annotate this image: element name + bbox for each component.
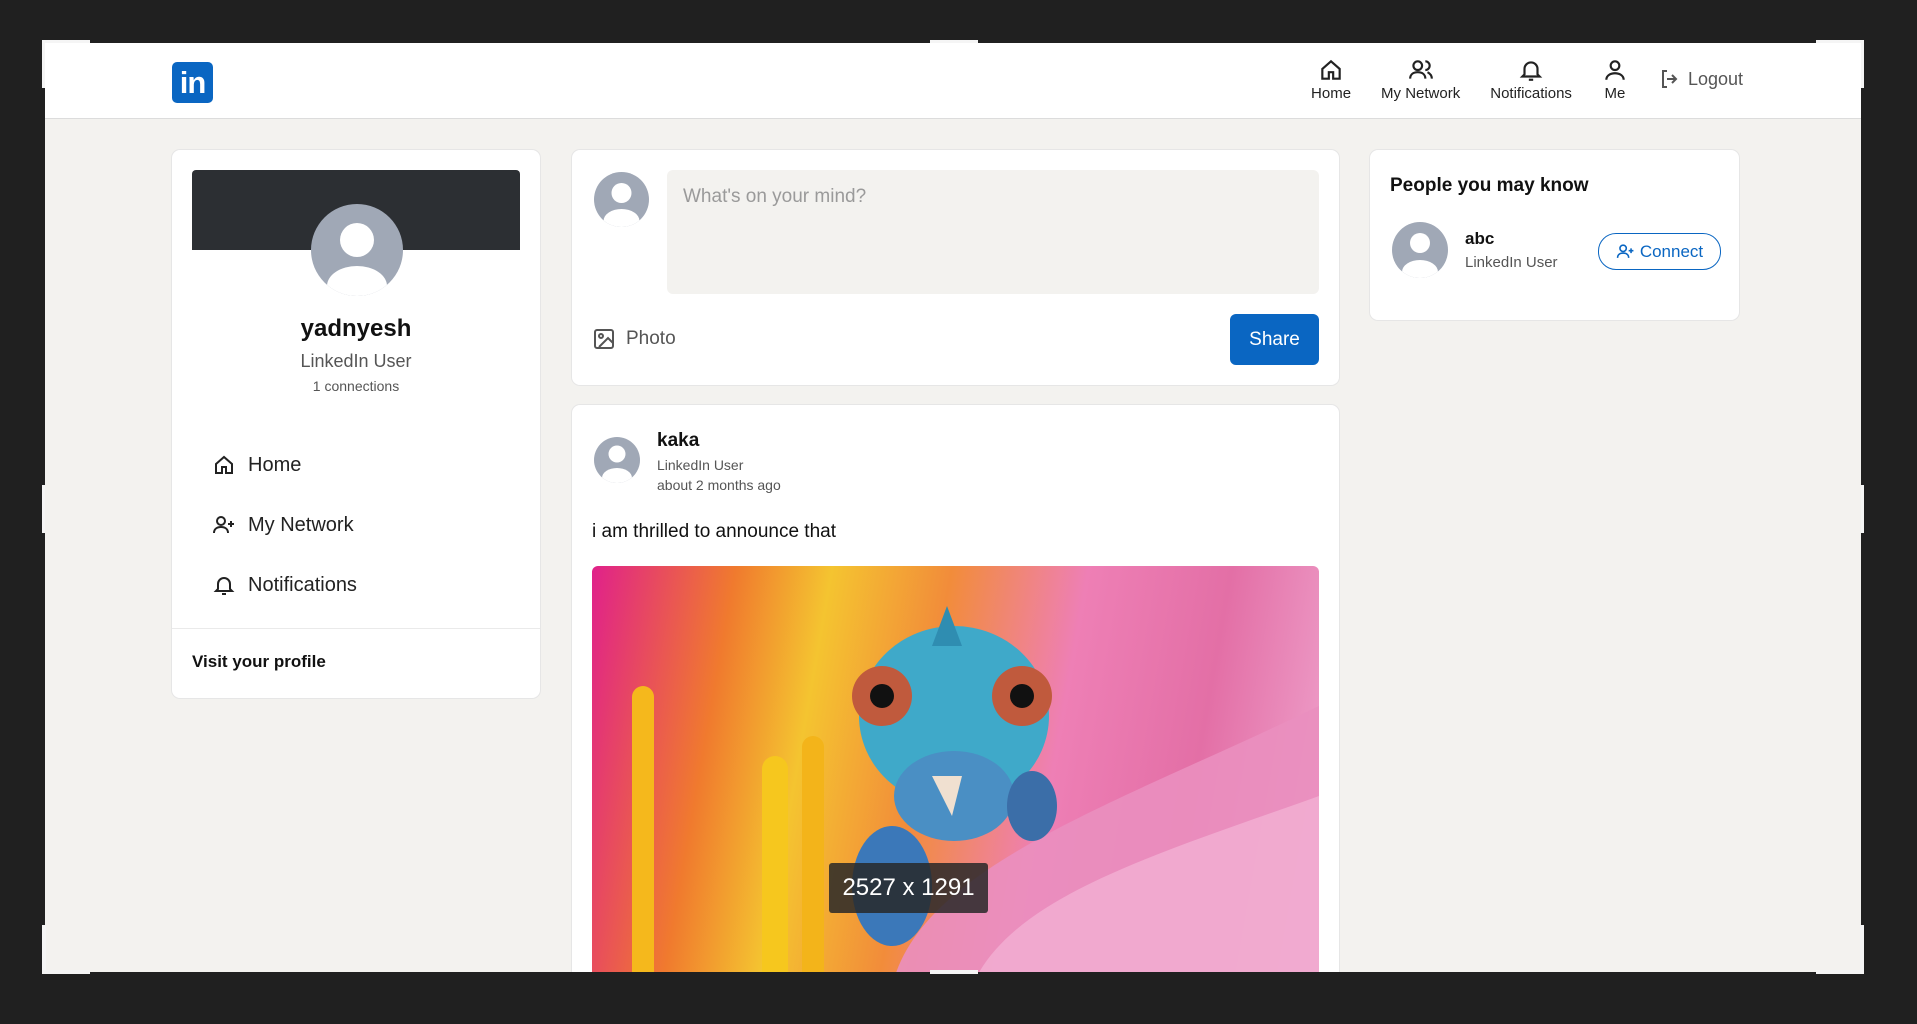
logout-label: Logout: [1687, 68, 1743, 89]
network-icon: [1408, 60, 1433, 79]
visit-profile-link[interactable]: Visit your profile: [192, 652, 326, 672]
image-icon: [594, 329, 614, 349]
pymk-title: People you may know: [1390, 175, 1589, 196]
linkedin-logo[interactable]: in: [172, 62, 213, 103]
connect-button-label: Connect: [1639, 241, 1704, 261]
image-size-badge: 2527 x 1291: [829, 863, 988, 913]
logout-icon: [1661, 70, 1678, 88]
avatar-placeholder-icon: [1402, 233, 1438, 278]
avatar[interactable]: [311, 204, 403, 296]
sidebar-menu: Home My Network Notifications: [212, 435, 357, 615]
user-icon: [1605, 60, 1625, 80]
app-viewport: in Home My Network Notifications Me Logo…: [45, 43, 1861, 972]
avatar-placeholder-icon: [603, 183, 640, 227]
logo-text: in: [179, 64, 207, 100]
sidebar-item-my-network[interactable]: My Network: [212, 495, 357, 555]
add-user-icon: [1616, 244, 1634, 258]
profile-card: yadnyesh LinkedIn User 1 connections Hom…: [172, 150, 540, 698]
logout-button[interactable]: Logout: [1658, 67, 1743, 91]
post-input[interactable]: [667, 170, 1319, 294]
bell-icon: [1519, 61, 1543, 81]
crop-handle[interactable]: [930, 970, 978, 974]
top-navbar: in Home My Network Notifications Me Logo…: [45, 43, 1861, 119]
post-timestamp: about 2 months ago: [657, 477, 781, 493]
sidebar-item-label: My Network: [248, 513, 354, 536]
add-user-icon: [213, 516, 234, 534]
photo-button[interactable]: Photo: [592, 327, 676, 351]
crop-handle[interactable]: [42, 925, 46, 973]
pymk-name[interactable]: abc: [1465, 229, 1494, 249]
nav-notifications-label: Notifications: [1490, 85, 1572, 102]
avatar: [594, 172, 649, 227]
sidebar-item-home[interactable]: Home: [212, 435, 357, 495]
avatar-placeholder-icon: [602, 445, 632, 483]
home-icon: [215, 455, 233, 474]
avatar-placeholder-icon: [327, 223, 387, 296]
post-composer: Photo Share: [572, 150, 1339, 385]
post-author[interactable]: kaka: [657, 430, 699, 452]
nav-me-label: Me: [1604, 85, 1626, 102]
avatar[interactable]: [594, 437, 640, 483]
profile-name: yadnyesh: [300, 315, 412, 342]
sidebar-item-notifications[interactable]: Notifications: [212, 555, 357, 615]
nav-me[interactable]: Me: [1602, 57, 1628, 102]
profile-connections: 1 connections: [312, 378, 400, 394]
post-text: i am thrilled to announce that: [592, 521, 836, 542]
nav-notifications[interactable]: Notifications: [1490, 57, 1572, 102]
nav-home[interactable]: Home: [1311, 57, 1351, 102]
crop-handle[interactable]: [42, 970, 90, 974]
avatar[interactable]: [1392, 222, 1448, 278]
crop-handle[interactable]: [1816, 970, 1864, 974]
photo-button-label: Photo: [626, 328, 676, 349]
post-author-role: LinkedIn User: [657, 457, 744, 473]
nav-items: Home My Network Notifications Me Logout: [1311, 57, 1743, 102]
crop-handle[interactable]: [1860, 925, 1864, 973]
profile-headline: LinkedIn User: [300, 351, 412, 371]
divider: [172, 628, 540, 629]
sidebar-item-label: Notifications: [248, 573, 357, 596]
sidebar-item-label: Home: [248, 453, 302, 476]
share-button[interactable]: Share: [1230, 314, 1319, 365]
nav-my-network-label: My Network: [1381, 85, 1461, 102]
nav-my-network[interactable]: My Network: [1381, 57, 1460, 102]
nav-home-label: Home: [1311, 85, 1352, 102]
people-you-may-know-card: People you may know abc LinkedIn User Co…: [1370, 150, 1739, 320]
home-icon: [1321, 59, 1341, 80]
connect-button[interactable]: Connect: [1598, 233, 1721, 270]
bell-icon: [213, 577, 235, 595]
pymk-role: LinkedIn User: [1465, 254, 1558, 271]
